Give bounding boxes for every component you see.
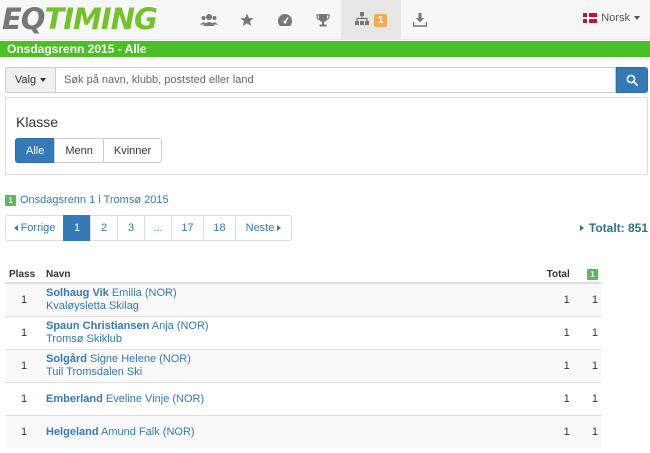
- header-total[interactable]: Total: [322, 266, 573, 284]
- eqtiming-logo[interactable]: EQTIMING: [2, 3, 158, 35]
- class-alle-button[interactable]: Alle: [15, 138, 56, 163]
- header-navn[interactable]: Navn: [43, 266, 323, 284]
- athlete-given-name: Anja (NOR): [151, 320, 209, 332]
- place-cell: 1: [5, 414, 43, 448]
- name-cell: Helgeland Amund Falk (NOR): [43, 414, 323, 448]
- results-count-badge: 1: [373, 13, 388, 27]
- name-cell: Spaun Christiansen Anja (NOR) Tromsø Ski…: [43, 315, 323, 349]
- page-1-button[interactable]: 1: [63, 215, 91, 241]
- search-bar: Valg: [5, 67, 648, 93]
- class-filter-panel: Klasse Alle Menn Kvinner: [5, 97, 648, 175]
- page-17-button[interactable]: 17: [171, 215, 204, 241]
- table-row[interactable]: 1 Emberland Eveline Vinje (NOR) 1 1: [5, 381, 601, 415]
- race-result-cell: 1: [572, 414, 601, 448]
- download-icon[interactable]: [401, 0, 439, 40]
- athlete-surname: Helgeland: [46, 425, 99, 438]
- athlete-link[interactable]: Solhaug Vik Emilia (NOR): [46, 287, 177, 299]
- athlete-surname: Solhaug Vik: [46, 287, 109, 300]
- norway-flag-icon: [583, 13, 598, 23]
- athlete-link[interactable]: Solgård Signe Helene (NOR): [46, 353, 191, 365]
- class-menn-button[interactable]: Menn: [54, 138, 104, 163]
- athlete-link[interactable]: Helgeland Amund Falk (NOR): [46, 426, 195, 438]
- athlete-surname: Solgård: [46, 353, 87, 365]
- page-ellipsis: ...: [144, 215, 172, 241]
- valg-dropdown-button[interactable]: Valg: [5, 67, 55, 93]
- total-cell: 1: [322, 381, 573, 415]
- caret-right-icon: [277, 225, 282, 231]
- results-tab[interactable]: 1: [341, 0, 401, 40]
- star-icon[interactable]: [228, 0, 266, 40]
- event-number-badge: 1: [5, 194, 16, 206]
- class-button-group: Alle Menn Kvinner: [15, 138, 163, 163]
- place-cell: 1: [5, 348, 43, 382]
- athlete-given-name: Eveline Vinje (NOR): [105, 392, 205, 405]
- class-kvinner-button[interactable]: Kvinner: [102, 138, 163, 163]
- class-heading: Klasse: [16, 114, 59, 130]
- top-navbar: EQTIMING 1 Norsk: [0, 0, 650, 40]
- users-icon[interactable]: [190, 0, 228, 40]
- chevron-down-icon: [40, 78, 47, 82]
- prev-page-button[interactable]: Forrige: [5, 215, 64, 241]
- club-link[interactable]: Tromsø Skiklub: [46, 333, 320, 345]
- next-page-button[interactable]: Neste: [235, 215, 292, 241]
- athlete-given-name: Signe Helene (NOR): [90, 353, 191, 365]
- race-result-cell: 1: [572, 282, 601, 316]
- place-cell: 1: [5, 282, 43, 316]
- prev-page-label: Forrige: [20, 222, 56, 234]
- total-count: Totalt: 851: [579, 221, 648, 235]
- name-cell: Emberland Eveline Vinje (NOR): [43, 381, 323, 415]
- results-table: Plass Navn Total 1 1 Solhaug Vik Emilia …: [5, 266, 601, 448]
- name-cell: Solgård Signe Helene (NOR) Tuil Tromsdal…: [43, 348, 323, 382]
- place-cell: 1: [5, 381, 43, 415]
- athlete-surname: Spaun Christiansen: [46, 320, 150, 332]
- name-cell: Solhaug Vik Emilia (NOR) Kvaløysletta Sk…: [43, 282, 323, 316]
- place-cell: 1: [5, 315, 43, 349]
- total-cell: 1: [322, 414, 573, 448]
- athlete-given-name: Amund Falk (NOR): [101, 425, 195, 438]
- athlete-surname: Emberland: [46, 392, 103, 405]
- language-selector[interactable]: Norsk: [583, 12, 640, 24]
- language-label: Norsk: [601, 12, 630, 24]
- total-cell: 1: [322, 282, 573, 316]
- table-header-row: Plass Navn Total 1: [5, 266, 601, 284]
- trophy-icon[interactable]: [304, 0, 342, 40]
- table-row[interactable]: 1 Helgeland Amund Falk (NOR) 1 1: [5, 414, 601, 448]
- total-cell: 1: [322, 348, 573, 382]
- club-link[interactable]: Kvaløysletta Skilag: [46, 300, 320, 312]
- search-icon: [626, 74, 638, 86]
- dashboard-icon[interactable]: [266, 0, 304, 40]
- header-race[interactable]: 1: [572, 266, 601, 284]
- event-link[interactable]: Onsdagsrenn 1 i Tromsø 2015: [20, 194, 169, 206]
- club-link[interactable]: Tuil Tromsdalen Ski: [46, 366, 320, 378]
- race-result-cell: 1: [572, 348, 601, 382]
- sitemap-icon: [354, 12, 369, 28]
- search-button[interactable]: [616, 67, 648, 93]
- table-row[interactable]: 1 Spaun Christiansen Anja (NOR) Tromsø S…: [5, 315, 601, 349]
- page-18-button[interactable]: 18: [203, 215, 236, 241]
- total-label: Totalt: 851: [588, 221, 648, 235]
- page-title: Onsdagsrenn 2015 - Alle: [0, 41, 650, 57]
- race-result-cell: 1: [572, 315, 601, 349]
- chevron-down-icon: [634, 16, 640, 20]
- total-cell: 1: [322, 315, 573, 349]
- page-3-button[interactable]: 3: [117, 215, 145, 241]
- table-row[interactable]: 1 Solhaug Vik Emilia (NOR) Kvaløysletta …: [5, 282, 601, 316]
- search-input[interactable]: [55, 67, 616, 93]
- next-page-label: Neste: [245, 222, 275, 234]
- event-line: 1 Onsdagsrenn 1 i Tromsø 2015: [5, 194, 169, 206]
- athlete-link[interactable]: Emberland Eveline Vinje (NOR): [46, 393, 204, 405]
- valg-label: Valg: [14, 74, 37, 86]
- page-2-button[interactable]: 2: [90, 215, 118, 241]
- caret-right-icon: [579, 225, 584, 231]
- athlete-link[interactable]: Spaun Christiansen Anja (NOR): [46, 320, 209, 332]
- header-plass[interactable]: Plass: [5, 266, 43, 284]
- caret-left-icon: [13, 225, 18, 231]
- race-number-badge: 1: [587, 268, 598, 280]
- athlete-given-name: Emilia (NOR): [111, 287, 177, 300]
- race-result-cell: 1: [572, 381, 601, 415]
- table-row[interactable]: 1 Solgård Signe Helene (NOR) Tuil Tromsd…: [5, 348, 601, 382]
- pagination: Forrige 1 2 3 ... 17 18 Neste: [5, 215, 292, 241]
